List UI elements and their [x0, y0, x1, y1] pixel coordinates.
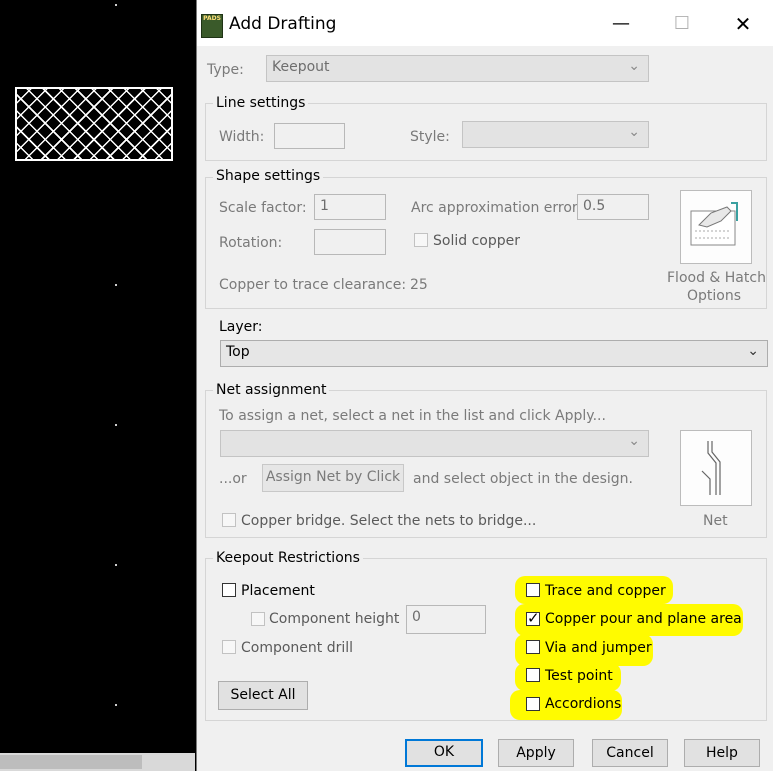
cancel-button[interactable]: Cancel	[592, 739, 668, 767]
accordions-checkbox[interactable]	[526, 697, 540, 711]
flood-hatch-label-1: Flood & Hatch	[667, 270, 766, 286]
style-dropdown[interactable]: ⌄	[462, 121, 649, 148]
shape-settings-title: Shape settings	[213, 168, 324, 184]
grid-dot	[115, 704, 117, 706]
help-button[interactable]: Help	[684, 739, 760, 767]
layer-dropdown[interactable]: Top ⌄	[220, 340, 768, 367]
scale-factor-input[interactable]: 1	[314, 194, 386, 220]
net-button[interactable]	[680, 430, 752, 506]
component-height-checkbox[interactable]	[251, 612, 265, 626]
arc-error-input[interactable]: 0.5	[577, 194, 649, 220]
width-input[interactable]	[274, 123, 345, 149]
copper-bridge-checkbox[interactable]	[222, 513, 236, 527]
component-drill-label: Component drill	[241, 640, 354, 656]
test-point-label: Test point	[545, 668, 613, 684]
dialog-title: Add Drafting	[229, 14, 337, 34]
net-button-label: Net	[703, 513, 728, 529]
solid-copper-label: Solid copper	[433, 233, 520, 249]
line-settings-title: Line settings	[213, 95, 309, 111]
chevron-down-icon: ⌄	[628, 124, 640, 140]
type-label: Type:	[207, 62, 244, 78]
copper-bridge-label: Copper bridge. Select the nets to bridge…	[241, 513, 537, 529]
scale-factor-label: Scale factor:	[219, 200, 307, 216]
grid-dot	[115, 4, 117, 6]
copper-pour-checkbox[interactable]: ✓	[526, 609, 540, 627]
chevron-down-icon: ⌄	[747, 343, 759, 359]
via-jumper-checkbox[interactable]	[526, 640, 540, 654]
keepout-restrictions-title: Keepout Restrictions	[213, 550, 363, 566]
component-height-input[interactable]: 0	[406, 605, 486, 634]
solid-copper-checkbox[interactable]	[414, 233, 428, 247]
net-assign-hint: To assign a net, select a net in the lis…	[219, 408, 606, 424]
flood-hatch-options-button[interactable]	[680, 190, 752, 264]
trace-copper-label: Trace and copper	[545, 583, 666, 599]
chevron-down-icon: ⌄	[628, 433, 640, 449]
select-object-hint: and select object in the design.	[413, 471, 633, 487]
close-icon[interactable]: ✕	[720, 8, 766, 40]
checkmark-icon: ✓	[527, 609, 540, 627]
net-trace-icon	[701, 441, 721, 495]
apply-button[interactable]: Apply	[498, 739, 574, 767]
clearance-label: Copper to trace clearance:	[219, 277, 407, 293]
flood-hatch-icon	[690, 202, 738, 246]
style-label: Style:	[410, 129, 450, 145]
maximize-icon[interactable]: ☐	[659, 8, 705, 40]
assign-net-by-click-button[interactable]: Assign Net by Click	[262, 464, 404, 492]
type-dropdown[interactable]: Keepout ⌄	[266, 55, 649, 82]
rotation-input[interactable]	[314, 229, 386, 255]
placement-checkbox[interactable]	[222, 583, 236, 597]
width-label: Width:	[219, 129, 265, 145]
net-assignment-title: Net assignment	[213, 382, 330, 398]
flood-hatch-label-2: Options	[687, 288, 742, 304]
via-jumper-label: Via and jumper	[545, 640, 652, 656]
pads-app-icon: PADS	[201, 14, 223, 38]
add-drafting-dialog: PADS Add Drafting — ☐ ✕ Type: Keepout ⌄ …	[196, 0, 773, 771]
accordions-label: Accordions	[545, 696, 622, 712]
layer-label: Layer:	[219, 319, 263, 335]
hatched-keepout-shape[interactable]	[15, 87, 173, 161]
trace-copper-checkbox[interactable]	[526, 583, 540, 597]
minimize-icon[interactable]: —	[598, 8, 644, 40]
grid-dot	[115, 284, 117, 286]
grid-dot	[115, 424, 117, 426]
rotation-label: Rotation:	[219, 235, 283, 251]
component-drill-checkbox[interactable]	[222, 640, 236, 654]
arc-error-label: Arc approximation error:	[411, 200, 583, 216]
select-all-button[interactable]: Select All	[218, 681, 308, 710]
title-bar[interactable]: PADS Add Drafting — ☐ ✕	[197, 0, 773, 46]
copper-pour-label: Copper pour and plane area	[545, 611, 742, 627]
ok-button[interactable]: OK	[405, 739, 483, 767]
grid-dot	[115, 564, 117, 566]
type-value: Keepout	[272, 59, 330, 75]
layer-value: Top	[226, 344, 250, 360]
chevron-down-icon: ⌄	[628, 58, 640, 74]
net-dropdown[interactable]: ⌄	[220, 430, 649, 457]
test-point-checkbox[interactable]	[526, 668, 540, 682]
placement-label: Placement	[241, 583, 315, 599]
clearance-value: 25	[410, 277, 428, 293]
component-height-label: Component height	[269, 611, 400, 627]
or-label: ...or	[219, 471, 247, 487]
scrollbar-thumb[interactable]	[0, 755, 142, 769]
